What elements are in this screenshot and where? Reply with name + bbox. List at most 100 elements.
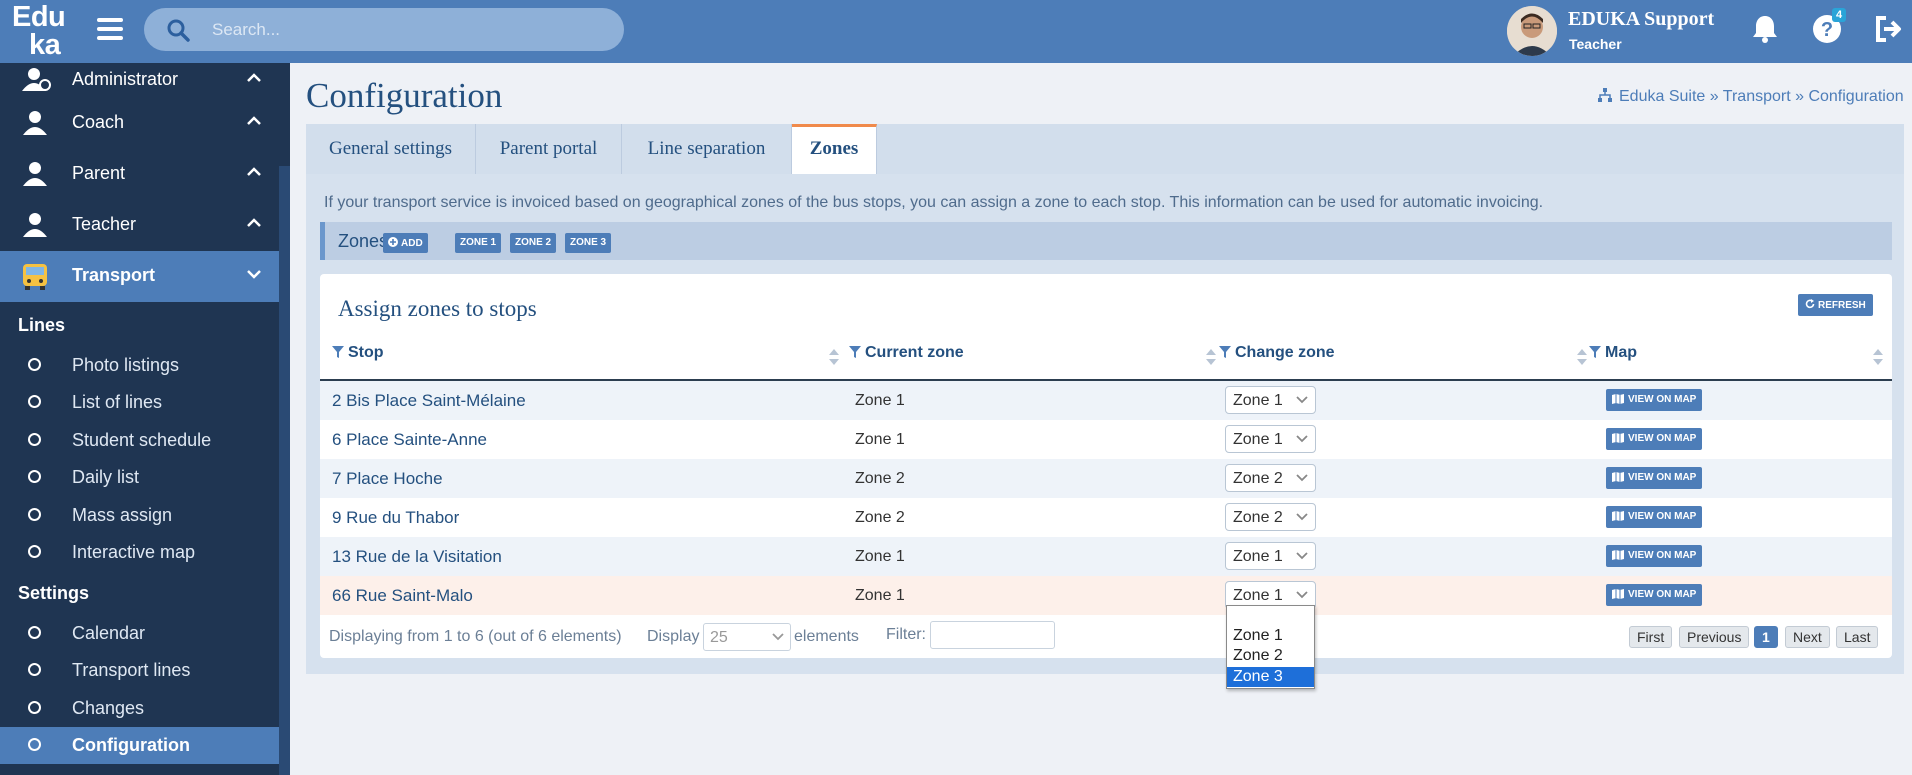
sort-icon xyxy=(829,349,839,365)
sidebar-item-transport[interactable]: Transport xyxy=(0,251,279,302)
dropdown-option-zone-2[interactable]: Zone 2 xyxy=(1227,646,1314,666)
logout-icon[interactable] xyxy=(1874,14,1904,44)
sidebar-item-changes[interactable]: Changes xyxy=(0,690,279,727)
table-row: 13 Rue de la Visitation Zone 1 Zone 1 VI… xyxy=(320,537,1892,576)
filter-input[interactable] xyxy=(930,621,1055,649)
sidebar-item-configuration[interactable]: Configuration xyxy=(0,727,279,764)
stop-name: 6 Place Sainte-Anne xyxy=(332,430,487,449)
zone-2-button[interactable]: ZONE 2 xyxy=(510,233,557,253)
filter-icon xyxy=(1219,346,1231,358)
column-header-current-zone[interactable]: Current zone xyxy=(849,344,1219,380)
change-zone-select[interactable]: Zone 1 xyxy=(1225,542,1316,570)
refresh-icon xyxy=(1805,299,1815,309)
tab-zones[interactable]: Zones xyxy=(792,124,877,174)
dropdown-option-zone-1[interactable]: Zone 1 xyxy=(1227,626,1314,646)
map-icon xyxy=(1612,433,1624,443)
map-icon xyxy=(1612,394,1624,404)
pagination-previous[interactable]: Previous xyxy=(1679,626,1750,648)
sort-icon xyxy=(1873,349,1883,365)
search-input[interactable] xyxy=(212,17,602,43)
view-on-map-button[interactable]: VIEW ON MAP xyxy=(1606,584,1703,606)
view-on-map-button[interactable]: VIEW ON MAP xyxy=(1606,389,1703,411)
refresh-button[interactable]: REFRESH xyxy=(1798,294,1873,316)
logo-line-1: Edu xyxy=(12,1,66,33)
hamburger-menu-icon[interactable] xyxy=(97,18,123,40)
add-zone-button[interactable]: ADD xyxy=(383,233,428,253)
stop-name: 2 Bis Place Saint-Mélaine xyxy=(332,391,526,410)
column-header-stop[interactable]: Stop xyxy=(332,344,842,380)
change-zone-select[interactable]: Zone 2 xyxy=(1225,464,1316,492)
view-on-map-button[interactable]: VIEW ON MAP xyxy=(1606,506,1703,528)
stop-name: 9 Rue du Thabor xyxy=(332,508,460,527)
sidebar-item-mass-assign[interactable]: Mass assign xyxy=(0,497,279,534)
zone-3-button[interactable]: ZONE 3 xyxy=(565,233,612,253)
chevron-down-icon xyxy=(1296,591,1308,599)
circle-icon xyxy=(28,470,41,483)
stop-name: 7 Place Hoche xyxy=(332,469,443,488)
sidebar-item-parent[interactable]: Parent xyxy=(0,149,279,199)
circle-icon xyxy=(28,395,41,408)
change-zone-select[interactable]: Zone 1 xyxy=(1225,425,1316,453)
section-title-lines: Lines xyxy=(18,315,66,335)
eduka-logo[interactable]: Edu ka xyxy=(12,1,68,60)
user-name[interactable]: EDUKA Support xyxy=(1568,8,1714,31)
chevron-down-icon xyxy=(247,270,261,279)
sidebar-item-list-of-lines[interactable]: List of lines xyxy=(0,384,279,421)
filter-icon xyxy=(849,346,861,358)
zones-info-text: If your transport service is invoiced ba… xyxy=(324,194,1544,211)
chevron-down-icon xyxy=(1296,552,1308,560)
user-role: Teacher xyxy=(1569,36,1622,52)
display-label: Display xyxy=(647,628,700,645)
sidebar-item-photo-listings[interactable]: Photo listings xyxy=(0,347,279,384)
zone-1-button[interactable]: ZONE 1 xyxy=(455,233,502,253)
chevron-down-icon xyxy=(772,633,784,641)
chevron-up-icon xyxy=(247,167,261,176)
sidebar-item-calendar[interactable]: Calendar xyxy=(0,615,279,652)
sidebar-scrollbar[interactable] xyxy=(279,166,290,775)
circle-icon xyxy=(28,545,41,558)
pagination-page-1[interactable]: 1 xyxy=(1754,626,1778,648)
bell-icon[interactable] xyxy=(1752,14,1778,44)
sidebar-item-student-schedule[interactable]: Student schedule xyxy=(0,422,279,459)
card-title: Assign zones to stops xyxy=(338,296,537,321)
stop-name: 66 Rue Saint-Malo xyxy=(332,586,473,605)
assign-zones-card: Assign zones to stops REFRESH Stop Curre… xyxy=(320,274,1892,658)
breadcrumb[interactable]: Eduka Suite » Transport » Configuration xyxy=(1597,87,1904,106)
map-icon xyxy=(1612,550,1624,560)
chevron-down-icon xyxy=(1296,474,1308,482)
chevron-up-icon xyxy=(247,116,261,125)
tab-general-settings[interactable]: General settings xyxy=(306,124,476,174)
table-row: 7 Place Hoche Zone 2 Zone 2 VIEW ON MAP xyxy=(320,459,1892,498)
table-row: 2 Bis Place Saint-Mélaine Zone 1 Zone 1 … xyxy=(320,381,1892,420)
chevron-up-icon xyxy=(247,73,261,82)
dropdown-option-zone-3[interactable]: Zone 3 xyxy=(1227,667,1314,687)
view-on-map-button[interactable]: VIEW ON MAP xyxy=(1606,467,1703,489)
map-icon xyxy=(1612,472,1624,482)
avatar[interactable] xyxy=(1507,6,1557,56)
sidebar-item-transport-lines[interactable]: Transport lines xyxy=(0,652,279,689)
column-header-map[interactable]: Map xyxy=(1589,344,1884,380)
sidebar-item-interactive-map[interactable]: Interactive map xyxy=(0,534,279,571)
zones-bar: Zones: ADD ZONE 1 ZONE 2 ZONE 3 xyxy=(320,222,1892,260)
user-icon xyxy=(23,213,47,237)
tab-parent-portal[interactable]: Parent portal xyxy=(476,124,622,174)
sidebar-item-coach[interactable]: Coach xyxy=(0,98,279,148)
table-row: 6 Place Sainte-Anne Zone 1 Zone 1 VIEW O… xyxy=(320,420,1892,459)
sort-icon xyxy=(1577,349,1587,365)
filter-icon xyxy=(332,346,344,358)
page-size-select[interactable]: 25 xyxy=(703,623,791,651)
change-zone-select[interactable]: Zone 2 xyxy=(1225,503,1316,531)
sidebar-item-teacher[interactable]: Teacher xyxy=(0,200,279,250)
view-on-map-button[interactable]: VIEW ON MAP xyxy=(1606,428,1703,450)
pagination-last[interactable]: Last xyxy=(1836,626,1879,648)
pagination-next[interactable]: Next xyxy=(1785,626,1830,648)
circle-icon xyxy=(28,626,41,639)
sidebar-item-daily-list[interactable]: Daily list xyxy=(0,459,279,496)
help-badge: 4 xyxy=(1832,8,1847,22)
pagination-first[interactable]: First xyxy=(1629,626,1673,648)
change-zone-select[interactable]: Zone 1 xyxy=(1225,386,1316,414)
zones-panel: If your transport service is invoiced ba… xyxy=(306,174,1904,674)
column-header-change-zone[interactable]: Change zone xyxy=(1219,344,1589,380)
tab-line-separation[interactable]: Line separation xyxy=(622,124,792,174)
view-on-map-button[interactable]: VIEW ON MAP xyxy=(1606,545,1703,567)
